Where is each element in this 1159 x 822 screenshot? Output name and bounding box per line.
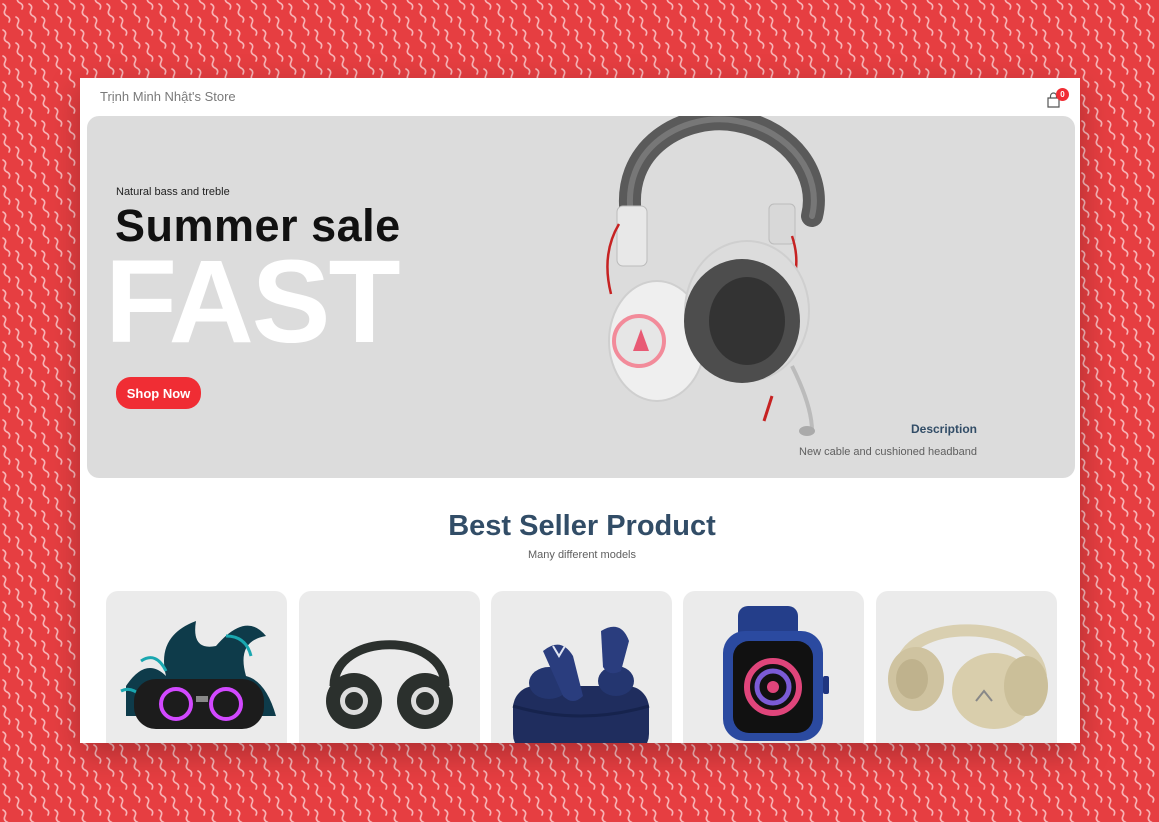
hero-large-text: FAST — [105, 236, 401, 368]
headphones-black-image — [326, 640, 453, 729]
description-text: New cable and cushioned headband — [799, 446, 977, 458]
best-seller-subtitle: Many different models — [527, 549, 637, 561]
product-card-speaker[interactable] — [106, 591, 287, 743]
store-logo[interactable]: Trịnh Minh Nhật's Store — [100, 89, 236, 104]
product-card-headphones-beige[interactable] — [876, 591, 1057, 743]
headphones-image — [606, 116, 825, 436]
product-card-headphones-black[interactable] — [299, 591, 480, 743]
browser-window: Trịnh Minh Nhật's Store 0 Natural bass a… — [80, 78, 1080, 743]
cart-button[interactable]: 0 — [1042, 86, 1070, 114]
navbar: Trịnh Minh Nhật's Store 0 — [80, 78, 1080, 116]
speaker-image — [120, 621, 276, 729]
headphones-beige-image — [888, 624, 1048, 729]
hero-small-text: Natural bass and treble — [116, 186, 230, 198]
best-seller-title: Best Seller Product — [448, 510, 716, 542]
cart-count-badge: 0 — [1056, 88, 1069, 101]
earbuds-image — [512, 626, 650, 743]
product-card-earbuds[interactable] — [491, 591, 672, 743]
description-title: Description — [910, 422, 977, 436]
shop-now-button[interactable]: Shop Now — [116, 377, 201, 409]
hero-banner: Natural bass and treble Summer sale FAST… — [87, 116, 1075, 478]
smartwatch-image — [723, 606, 829, 741]
product-card-smartwatch[interactable] — [683, 591, 864, 743]
